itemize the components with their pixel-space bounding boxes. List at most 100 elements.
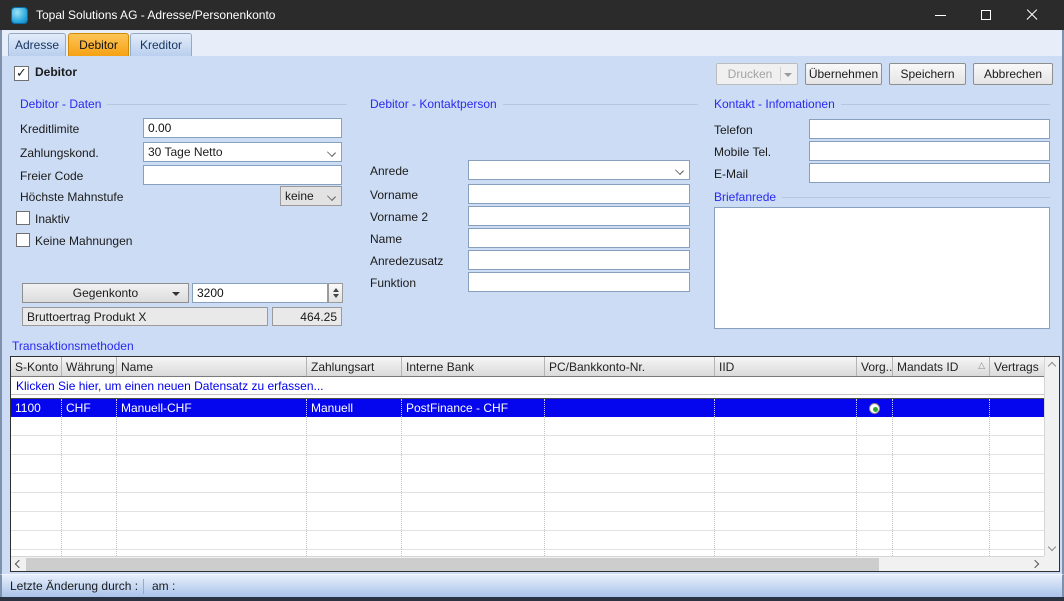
uebernehmen-label: Übernehmen <box>809 67 878 81</box>
spin-up-icon[interactable] <box>333 288 339 292</box>
status-am-label: am : <box>152 579 175 593</box>
hscroll-right-button[interactable] <box>1029 557 1044 572</box>
gegenkonto-dropdown-button[interactable]: Gegenkonto <box>22 283 189 303</box>
transaktionsmethoden-grid: S-Konto Währung Name Zahlungsart Interne… <box>10 356 1060 572</box>
grid-vertical-scrollbar[interactable] <box>1044 357 1059 556</box>
section-rule <box>107 104 347 105</box>
konto-bezeichnung-field: Bruttoertrag Produkt X <box>22 307 268 326</box>
speichern-button[interactable]: Speichern <box>889 63 966 85</box>
drucken-dropdown-icon[interactable] <box>784 73 792 77</box>
window-bottom-border <box>0 597 1064 601</box>
briefanrede-textarea[interactable] <box>714 207 1050 329</box>
spin-down-icon[interactable] <box>333 294 339 298</box>
grid-col-s-konto[interactable]: S-Konto <box>11 357 61 376</box>
section-kontaktperson: Debitor - Kontaktperson <box>370 97 698 111</box>
vorname-input[interactable] <box>468 184 690 204</box>
telefon-input[interactable] <box>809 119 1050 139</box>
grid-gridline <box>401 417 402 556</box>
grid-col-vertrag[interactable]: Vertrags <box>989 357 1044 376</box>
name-input[interactable] <box>468 228 690 248</box>
kreditlimite-input[interactable] <box>143 118 342 138</box>
grid-col-iid[interactable]: IID <box>714 357 856 376</box>
debitor-checkbox-label: Debitor <box>35 65 77 79</box>
chevron-up-icon <box>1048 362 1056 370</box>
zahlungskond-label: Zahlungskond. <box>20 146 99 160</box>
grid-col-pc-bankkonto[interactable]: PC/Bankkonto-Nr. <box>544 357 714 376</box>
grid-title: Transaktionsmethoden <box>12 339 134 353</box>
grid-gridline <box>306 417 307 556</box>
chevron-down-icon <box>675 166 684 175</box>
gegenkonto-spinner[interactable] <box>328 283 343 303</box>
hscroll-left-button[interactable] <box>11 557 26 572</box>
section-rule <box>782 197 1050 198</box>
inaktiv-checkbox[interactable] <box>16 211 30 225</box>
section-debitor-daten: Debitor - Daten <box>20 97 347 111</box>
grid-gridline <box>61 417 62 556</box>
sort-icon[interactable]: △ <box>978 360 985 371</box>
mahnstufe-label: Höchste Mahnstufe <box>20 190 123 204</box>
debitor-checkbox[interactable] <box>14 66 29 81</box>
cell-vertrag[interactable] <box>989 399 1044 417</box>
grid-col-vorgabe[interactable]: Vorg... <box>856 357 892 376</box>
grid-col-zahlungsart[interactable]: Zahlungsart <box>306 357 401 376</box>
freier-code-input[interactable] <box>143 165 342 185</box>
mobile-label: Mobile Tel. <box>714 145 771 159</box>
drucken-button[interactable]: Drucken <box>716 63 798 85</box>
vorname2-label: Vorname 2 <box>370 210 428 224</box>
grid-horizontal-scrollbar[interactable] <box>11 556 1044 571</box>
cell-s-konto[interactable]: 1100 <box>11 399 61 417</box>
minimize-icon <box>935 15 946 16</box>
chevron-right-icon <box>1031 560 1039 568</box>
close-button[interactable] <box>1009 0 1055 30</box>
cell-pc-bankkonto[interactable] <box>544 399 714 417</box>
grid-new-record-row[interactable]: Klicken Sie hier, um einen neuen Datensa… <box>11 377 1044 395</box>
chevron-left-icon <box>15 560 23 568</box>
title-bar: Topal Solutions AG - Adresse/Personenkon… <box>0 0 1064 30</box>
cell-name[interactable]: Manuell-CHF <box>116 399 306 417</box>
vorname2-input[interactable] <box>468 206 690 226</box>
cell-interne-bank[interactable]: PostFinance - CHF <box>401 399 544 417</box>
window-title: Topal Solutions AG - Adresse/Personenkon… <box>36 8 275 22</box>
mandats-id-label: Mandats ID <box>897 360 958 374</box>
cell-waehrung[interactable]: CHF <box>61 399 116 417</box>
cell-iid[interactable] <box>714 399 856 417</box>
speichern-label: Speichern <box>900 67 954 81</box>
cell-vorgabe[interactable] <box>856 399 892 417</box>
mobile-input[interactable] <box>809 141 1050 161</box>
telefon-label: Telefon <box>714 123 753 137</box>
cell-zahlungsart[interactable]: Manuell <box>306 399 401 417</box>
maximize-button[interactable] <box>963 0 1009 30</box>
section-kontakt-info-title: Kontakt - Infomationen <box>714 97 835 111</box>
cell-mandats-id[interactable] <box>892 399 989 417</box>
vscroll-down-button[interactable] <box>1045 541 1060 556</box>
status-divider <box>143 579 144 594</box>
email-input[interactable] <box>809 163 1050 183</box>
anredezusatz-input[interactable] <box>468 250 690 270</box>
gegenkonto-nr-input[interactable] <box>192 283 328 303</box>
grid-col-interne-bank[interactable]: Interne Bank <box>401 357 544 376</box>
abbrechen-button[interactable]: Abbrechen <box>973 63 1053 85</box>
tab-debitor[interactable]: Debitor <box>68 33 129 56</box>
section-kontaktperson-title: Debitor - Kontaktperson <box>370 97 497 111</box>
anrede-label: Anrede <box>370 164 409 178</box>
hscroll-thumb[interactable] <box>26 558 879 571</box>
tab-kreditor[interactable]: Kreditor <box>130 33 192 56</box>
grid-row-selected[interactable]: 1100 CHF Manuell-CHF Manuell PostFinance… <box>11 398 1044 417</box>
grid-col-mandats-id[interactable]: Mandats ID △ <box>892 357 989 376</box>
dropdown-arrow-icon <box>172 292 180 296</box>
grid-header-row: S-Konto Währung Name Zahlungsart Interne… <box>11 357 1044 377</box>
email-label: E-Mail <box>714 167 748 181</box>
grid-col-waehrung[interactable]: Währung <box>61 357 116 376</box>
chevron-down-icon <box>327 192 336 201</box>
uebernehmen-button[interactable]: Übernehmen <box>805 63 882 85</box>
keine-mahnungen-checkbox[interactable] <box>16 233 30 247</box>
funktion-input[interactable] <box>468 272 690 292</box>
mahnstufe-select[interactable]: keine <box>280 186 342 206</box>
zahlungskond-select[interactable]: 30 Tage Netto <box>143 142 342 162</box>
minimize-button[interactable] <box>917 0 963 30</box>
briefanrede-title: Briefanrede <box>714 190 776 204</box>
anrede-select[interactable] <box>468 160 690 180</box>
tab-adresse[interactable]: Adresse <box>8 33 66 56</box>
vscroll-up-button[interactable] <box>1045 357 1060 372</box>
grid-col-name[interactable]: Name <box>116 357 306 376</box>
